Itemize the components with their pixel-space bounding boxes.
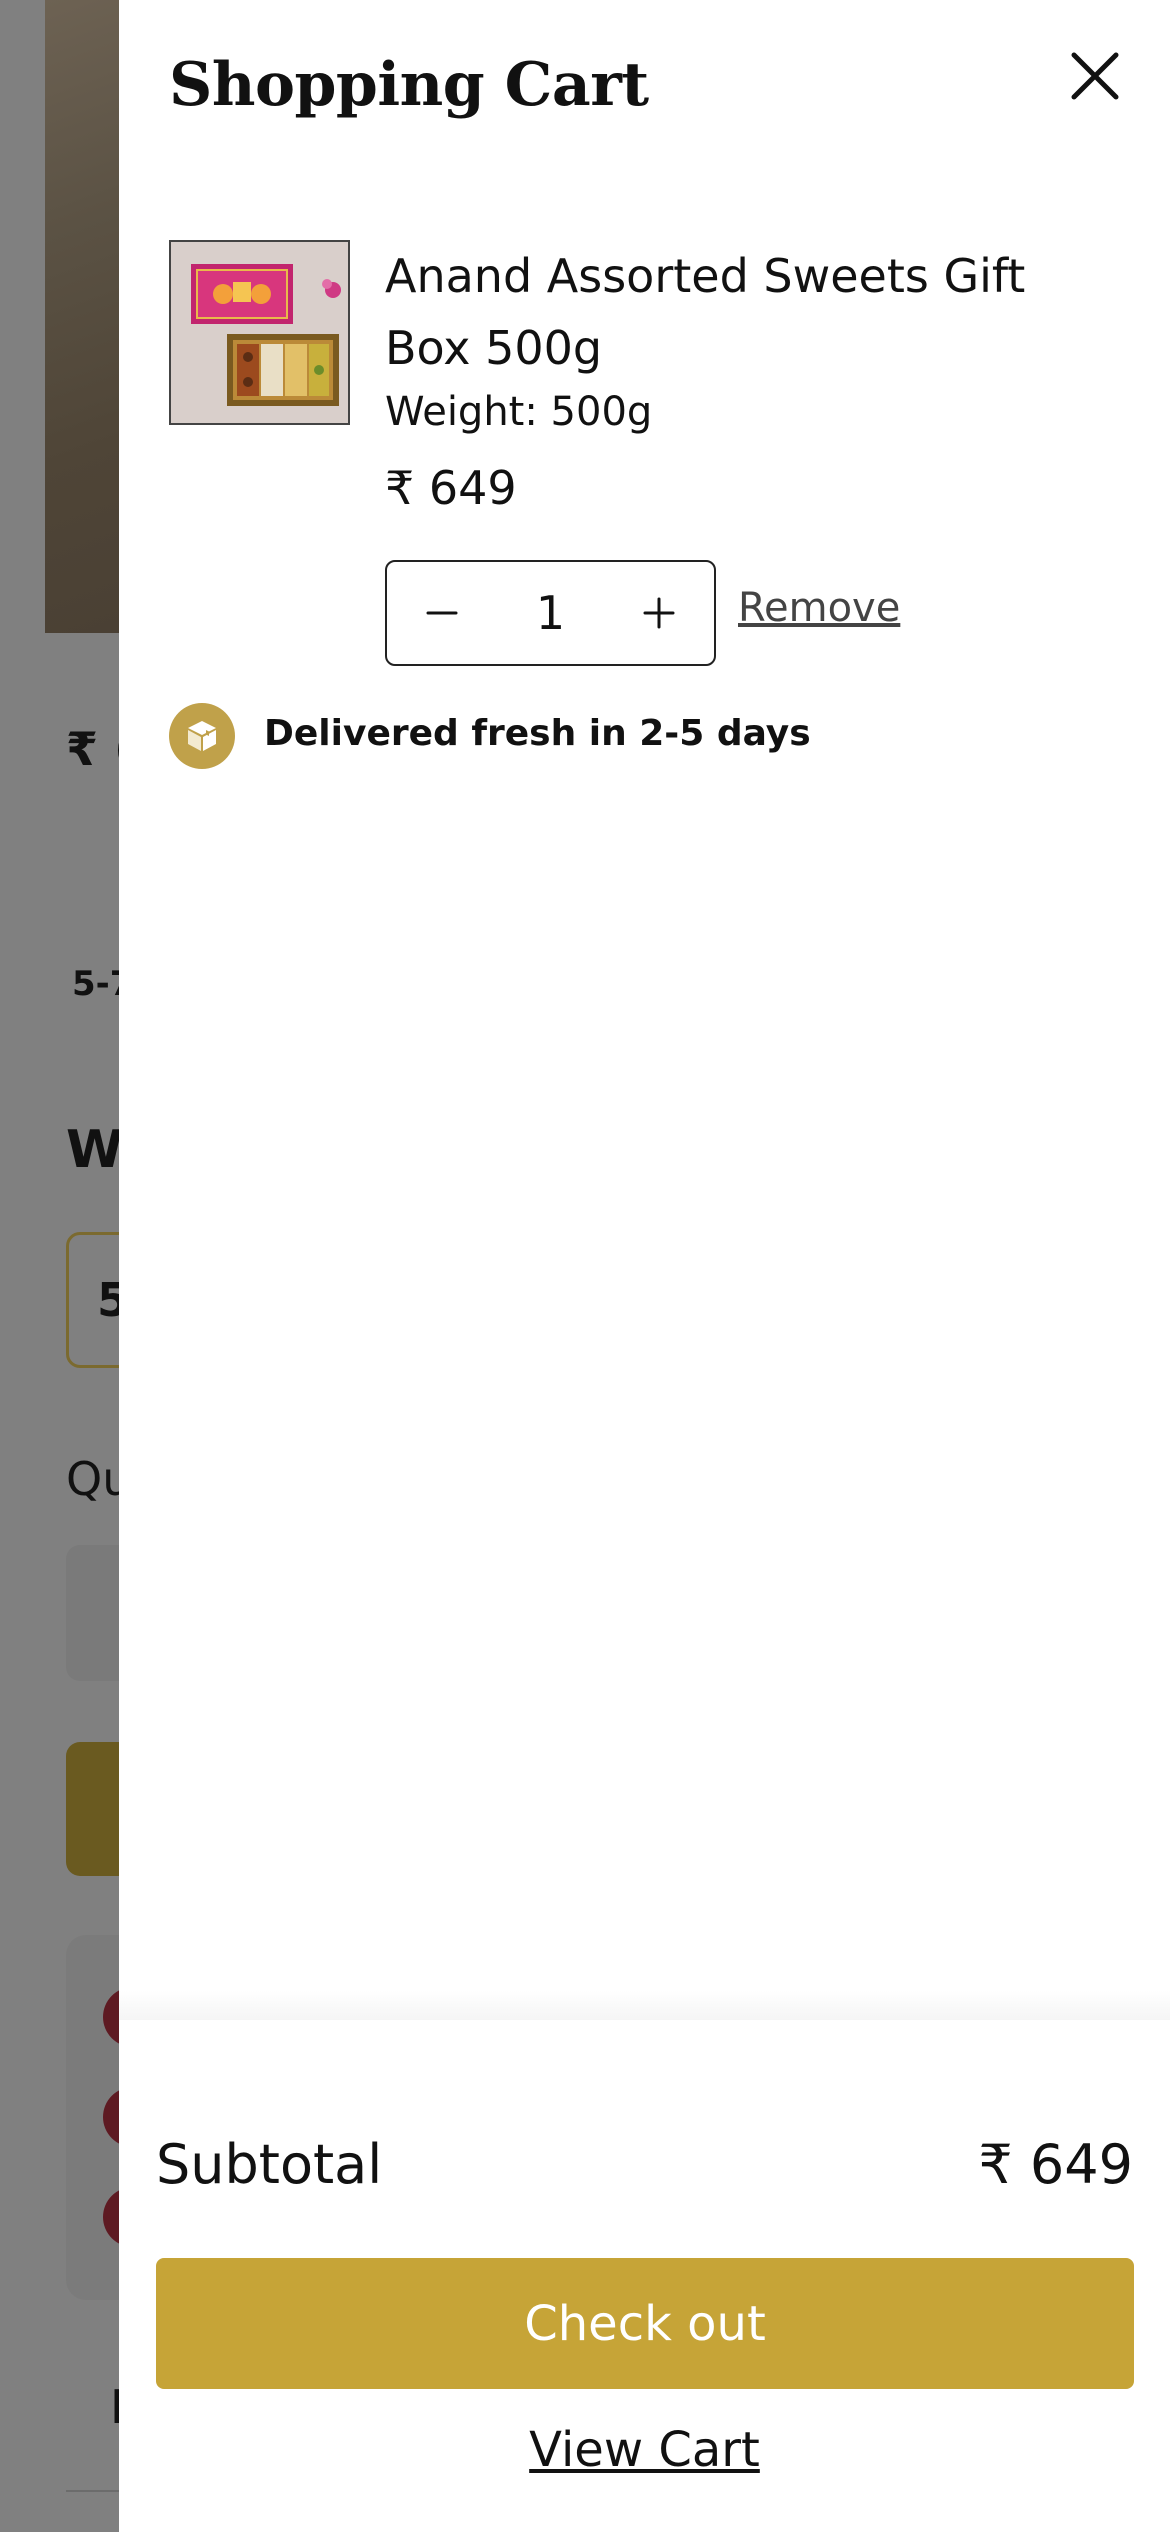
item-details: Anand Assorted Sweets Gift Box 500g Weig… — [385, 240, 1125, 518]
cart-item: Anand Assorted Sweets Gift Box 500g Weig… — [169, 240, 1129, 670]
delivery-badge — [169, 703, 235, 769]
view-cart-link[interactable]: View Cart — [119, 2422, 1170, 2478]
close-button[interactable] — [1065, 46, 1125, 106]
item-title[interactable]: Anand Assorted Sweets Gift Box 500g — [385, 240, 1125, 384]
product-thumbnail[interactable] — [169, 240, 350, 425]
decrease-quantity-button[interactable] — [397, 562, 487, 664]
box-icon — [188, 721, 216, 751]
item-weight: Weight: 500g — [385, 389, 653, 435]
sweets-gift-box-image — [171, 242, 348, 423]
plus-icon — [643, 597, 675, 629]
minus-icon — [426, 611, 458, 615]
quantity-value[interactable]: 1 — [487, 562, 614, 664]
footer-divider-shadow — [119, 1990, 1170, 2020]
quantity-stepper: 1 — [385, 560, 716, 666]
background-heading: W — [66, 1120, 124, 1180]
delivery-text: Delivered fresh in 2-5 days — [264, 713, 811, 754]
page: ₹ ( 5-7 W 5 Qu I Shopping Cart Anand Ass… — [0, 0, 1170, 2532]
subtotal-label: Subtotal — [156, 2133, 383, 2196]
cart-drawer: Shopping Cart Anand Assorted Sweets Gift… — [119, 0, 1170, 2532]
checkout-button[interactable]: Check out — [156, 2258, 1134, 2389]
subtotal-value: ₹ 649 — [978, 2133, 1133, 2196]
remove-item-link[interactable]: Remove — [738, 585, 900, 631]
delivery-info: Delivered fresh in 2-5 days — [169, 703, 1069, 769]
drawer-title: Shopping Cart — [169, 50, 649, 120]
close-icon — [1071, 52, 1119, 100]
increase-quantity-button[interactable] — [614, 562, 704, 664]
item-price: ₹ 649 — [385, 461, 517, 515]
cart-footer: Subtotal ₹ 649 Check out View Cart — [119, 2020, 1170, 2532]
